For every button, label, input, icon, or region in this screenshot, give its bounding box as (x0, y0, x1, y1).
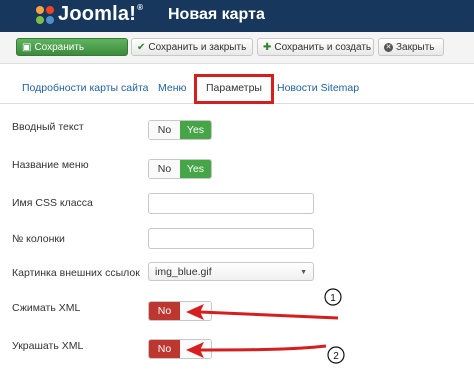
page-title: Новая карта (168, 6, 265, 23)
beautify-xml-no[interactable]: No (149, 340, 180, 358)
save-button[interactable]: ▣ Сохранить (16, 38, 128, 56)
tab-sitemap-details[interactable]: Подробности карты сайта (22, 82, 149, 94)
tab-parameters-label: Параметры (206, 82, 262, 94)
plus-icon: ✚ (263, 41, 272, 53)
save-and-close-button[interactable]: ✔ Сохранить и закрыть (131, 38, 253, 56)
chevron-down-icon: ▼ (300, 269, 307, 276)
css-class-label: Имя CSS класса (12, 197, 93, 209)
ext-link-image-value: img_blue.gif (155, 266, 212, 278)
close-button[interactable]: ✕ Закрыть (378, 38, 444, 56)
compress-xml-label: Сжимать XML (12, 302, 81, 314)
intro-text-toggle[interactable]: No Yes (148, 120, 212, 140)
beautify-xml-toggle[interactable]: No (148, 339, 212, 359)
tab-menu[interactable]: Меню (158, 82, 186, 94)
compress-xml-toggle[interactable]: No (148, 301, 212, 321)
marker-1-text: 1 (330, 293, 336, 304)
close-icon: ✕ (384, 42, 393, 52)
tab-news-sitemap[interactable]: Новости Sitemap (277, 82, 359, 94)
tab-parameters-active[interactable]: Параметры (194, 74, 274, 104)
columns-label: № колонки (12, 233, 65, 245)
app-header: Joomla!® Новая карта (0, 0, 474, 32)
ext-link-image-label: Картинка внешних ссылок (12, 267, 140, 279)
compress-xml-yes[interactable] (180, 302, 211, 320)
marker-2-text: 2 (333, 351, 339, 362)
css-class-input[interactable] (148, 193, 314, 214)
beautify-xml-label: Украшать XML (12, 340, 84, 352)
save-icon: ▣ (22, 41, 32, 53)
logo-text: Joomla!® (58, 3, 144, 25)
check-icon: ✔ (137, 41, 146, 53)
intro-text-no[interactable]: No (149, 121, 180, 139)
menu-name-toggle[interactable]: No Yes (148, 159, 212, 179)
toolbar: ▣ Сохранить ✔ Сохранить и закрыть ✚ Сохр… (0, 32, 474, 64)
beautify-xml-yes[interactable] (180, 340, 211, 358)
intro-text-label: Вводный текст (12, 121, 84, 133)
save-and-new-button[interactable]: ✚ Сохранить и создать (257, 38, 374, 56)
columns-input[interactable] (148, 228, 314, 249)
joomla-logo-icon (36, 6, 54, 24)
menu-name-yes[interactable]: Yes (180, 160, 211, 178)
compress-xml-no[interactable]: No (149, 302, 180, 320)
intro-text-yes[interactable]: Yes (180, 121, 211, 139)
menu-name-label: Название меню (12, 159, 89, 171)
ext-link-image-select[interactable]: img_blue.gif ▼ (148, 262, 314, 281)
marker-1: 1 (324, 288, 342, 306)
marker-2: 2 (327, 346, 345, 364)
menu-name-no[interactable]: No (149, 160, 180, 178)
